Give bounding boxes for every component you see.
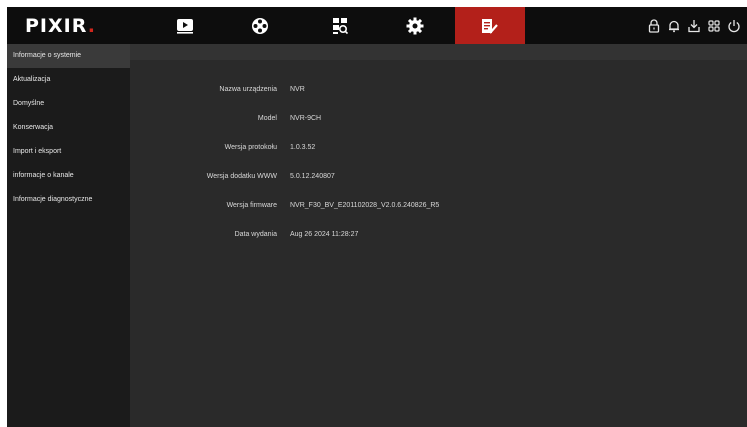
sidebar-item-system-info[interactable]: Informacje o systemie — [7, 44, 130, 68]
power-icon[interactable] — [727, 19, 741, 33]
lock-icon[interactable] — [647, 19, 661, 33]
info-label: Data wydania — [234, 231, 277, 238]
sidebar-item-maintenance[interactable]: Konserwacja — [7, 116, 130, 140]
system-tab[interactable] — [455, 7, 525, 44]
search-tab[interactable] — [305, 7, 375, 44]
sidebar-item-diagnostics[interactable]: Informacje diagnostyczne — [7, 188, 130, 212]
edit-document-icon — [482, 18, 498, 34]
info-row-protocol-version: Wersja protokołu 1.0.3.52 — [130, 142, 747, 154]
info-value: NVR_F30_BV_E201102028_V2.0.6.240826_R5 — [290, 202, 440, 209]
logo: PIXIR. — [25, 14, 96, 38]
info-row-release-date: Data wydania Aug 26 2024 11:28:27 — [130, 229, 747, 241]
logo-dot: . — [87, 15, 96, 37]
content-header-bar — [130, 44, 747, 60]
playback-tab[interactable] — [150, 7, 220, 44]
info-value: NVR-9CH — [290, 115, 322, 122]
bell-icon[interactable] — [667, 19, 681, 33]
info-value: 5.0.12.240807 — [290, 173, 335, 180]
main-content: Nazwa urządzenia NVR Model NVR-9CH Wersj… — [130, 44, 747, 427]
settings-tab[interactable] — [380, 7, 450, 44]
info-label: Wersja dodatku WWW — [206, 173, 277, 180]
info-row-device-name: Nazwa urządzenia NVR — [130, 84, 747, 96]
top-bar: PIXIR. — [7, 7, 747, 44]
channels-tab[interactable] — [225, 7, 295, 44]
info-label: Wersja protokołu — [224, 144, 277, 151]
info-row-firmware-version: Wersja firmware NVR_F30_BV_E201102028_V2… — [130, 200, 747, 212]
sidebar-item-update[interactable]: Aktualizacja — [7, 68, 130, 92]
info-row-model: Model NVR-9CH — [130, 113, 747, 125]
info-value: 1.0.3.52 — [290, 144, 316, 151]
grid-icon[interactable] — [707, 19, 721, 33]
info-label: Nazwa urządzenia — [219, 86, 277, 93]
app-window: PIXIR. Informacje o systemie Aktualizacj… — [7, 7, 747, 427]
sidebar-item-channel-info[interactable]: informacje o kanale — [7, 164, 130, 188]
info-label: Model — [257, 115, 277, 122]
file-search-icon — [333, 17, 348, 34]
sidebar-item-defaults[interactable]: Domyślne — [7, 92, 130, 116]
camera-reel-icon — [252, 17, 268, 34]
info-label: Wersja firmware — [226, 202, 277, 209]
sidebar: Informacje o systemie Aktualizacja Domyś… — [7, 44, 130, 427]
download-icon[interactable] — [687, 19, 701, 33]
play-icon — [177, 18, 193, 34]
info-value: NVR — [290, 86, 305, 93]
info-value: Aug 26 2024 11:28:27 — [290, 231, 359, 238]
info-row-web-plugin-version: Wersja dodatku WWW 5.0.12.240807 — [130, 171, 747, 183]
sidebar-item-import-export[interactable]: Import i eksport — [7, 140, 130, 164]
logo-text: PIXIR — [25, 15, 88, 37]
gear-icon — [406, 17, 424, 34]
